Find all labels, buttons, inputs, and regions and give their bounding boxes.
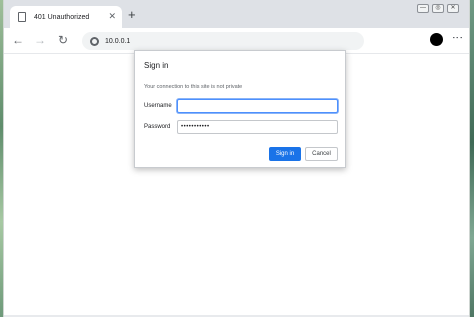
sign-in-dialog: Sign in Your connection to this site is …	[134, 50, 346, 168]
new-tab-button[interactable]: +	[128, 8, 136, 22]
tab-401-unauthorized[interactable]: 401 Unauthorized ✕	[10, 6, 122, 28]
menu-icon[interactable]: ⋮	[450, 32, 464, 43]
password-label: Password	[144, 124, 171, 130]
close-window-button[interactable]: ✕	[447, 4, 459, 13]
tab-close-icon[interactable]: ✕	[108, 11, 116, 21]
minimize-button[interactable]: —	[417, 4, 429, 13]
username-input[interactable]	[177, 99, 338, 113]
back-button[interactable]: ←	[12, 33, 24, 47]
address-bar[interactable]: 10.0.0.1	[82, 32, 364, 50]
tab-title: 401 Unauthorized	[34, 13, 90, 21]
profile-avatar[interactable]	[430, 33, 443, 46]
globe-icon[interactable]	[90, 36, 99, 46]
url-text: 10.0.0.1	[105, 37, 131, 45]
restore-button[interactable]: ◎	[432, 4, 444, 13]
page-icon	[18, 12, 26, 22]
forward-button[interactable]: →	[34, 33, 46, 47]
password-input[interactable]: •••••••••••	[177, 120, 338, 134]
tab-strip: 401 Unauthorized ✕ + — ◎ ✕	[4, 0, 469, 28]
username-label: Username	[144, 103, 172, 109]
browser-window: 401 Unauthorized ✕ + — ◎ ✕ ← → ↻ 10.0.0.…	[3, 0, 470, 317]
dialog-message: Your connection to this site is not priv…	[144, 84, 243, 90]
dialog-title: Sign in	[144, 61, 169, 70]
cancel-button[interactable]: Cancel	[305, 147, 338, 161]
reload-button[interactable]: ↻	[58, 33, 68, 47]
window-controls: — ◎ ✕	[417, 4, 459, 13]
sign-in-button[interactable]: Sign in	[269, 147, 301, 161]
